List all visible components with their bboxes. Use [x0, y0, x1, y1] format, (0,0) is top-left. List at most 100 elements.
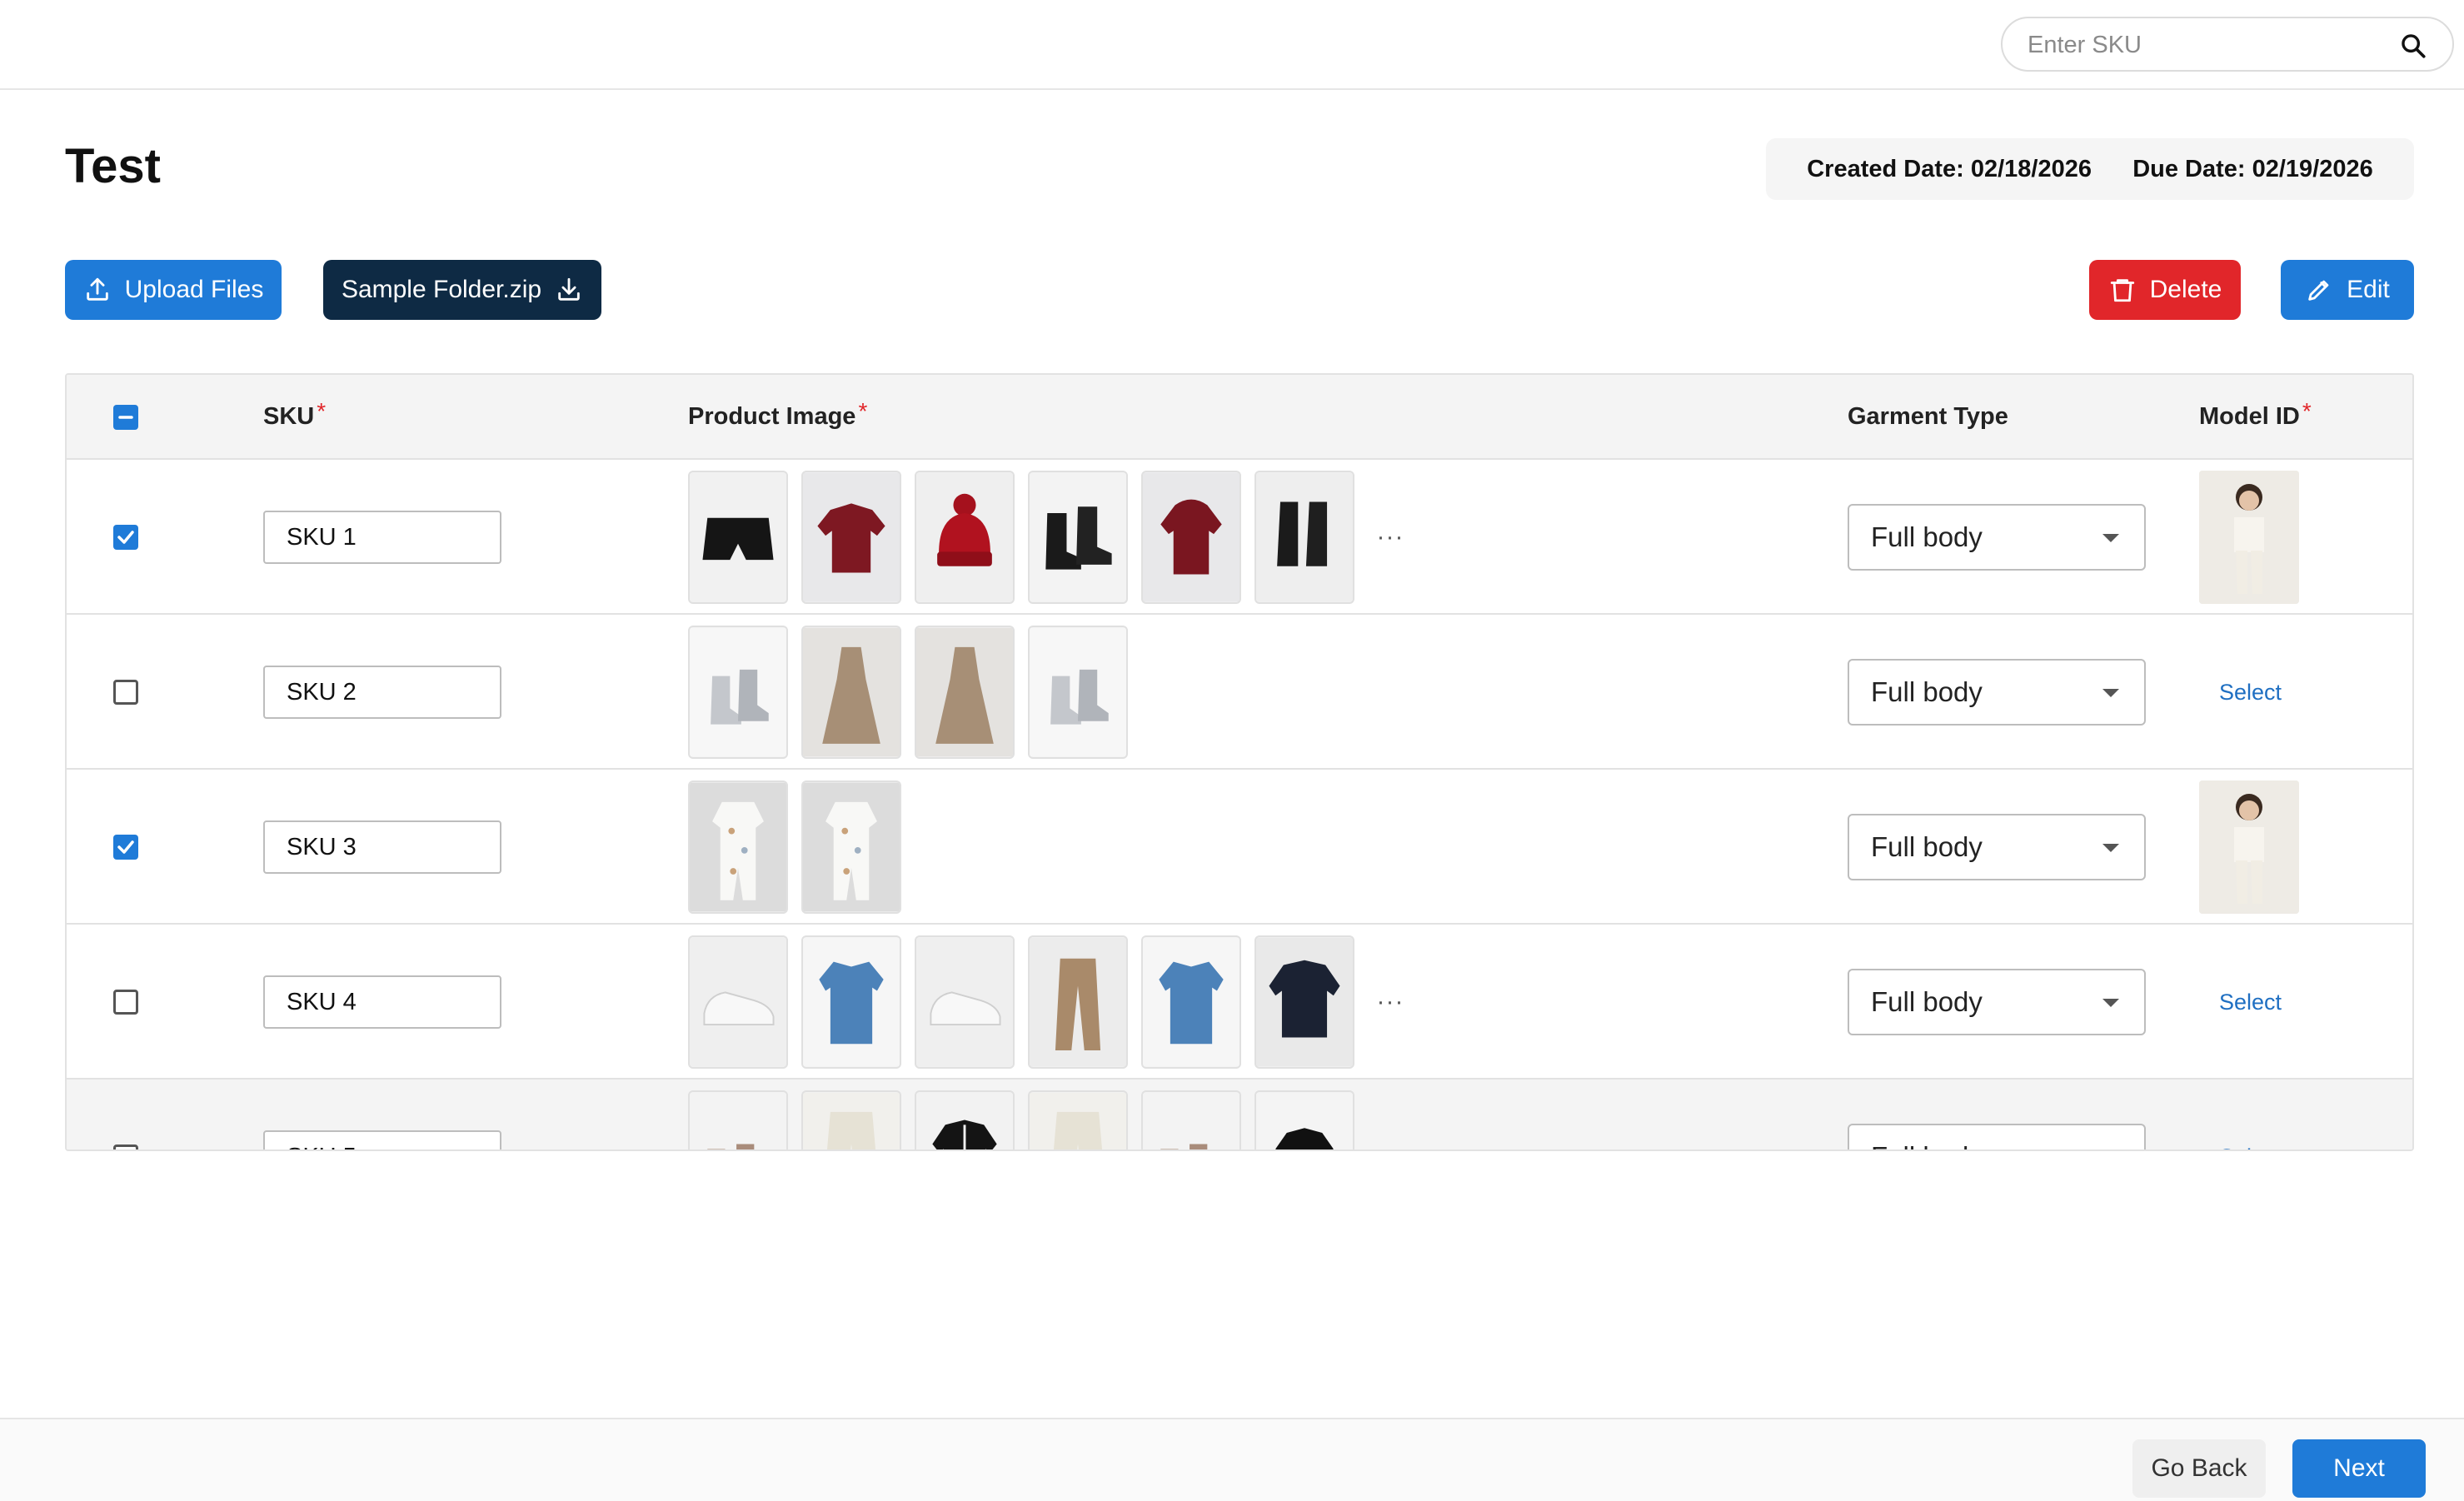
- garment-type-select[interactable]: Full body: [1848, 1124, 2146, 1149]
- satin-dress-icon: [916, 627, 1013, 757]
- product-image-list: [688, 780, 901, 914]
- cream-pants-icon: [803, 1092, 900, 1149]
- product-thumbnail[interactable]: [1028, 935, 1128, 1069]
- more-images-button[interactable]: ···: [1368, 471, 1413, 604]
- model-photo-icon: [2199, 780, 2299, 914]
- row-checkbox[interactable]: [113, 525, 138, 550]
- go-back-button[interactable]: Go Back: [2132, 1439, 2266, 1498]
- black-shorts-icon: [690, 472, 786, 602]
- product-image-list: ···: [688, 471, 1413, 604]
- product-thumbnail[interactable]: [915, 471, 1015, 604]
- white-sneaker-icon: [690, 937, 786, 1067]
- garment-type-select[interactable]: Full body: [1848, 504, 2146, 571]
- product-thumbnail[interactable]: [688, 1090, 788, 1149]
- dates-panel: Created Date: 02/18/2026 Due Date: 02/19…: [1766, 138, 2414, 200]
- sku-input[interactable]: SKU 5: [263, 1130, 501, 1149]
- product-thumbnail[interactable]: [1254, 1090, 1354, 1149]
- select-model-link[interactable]: Select: [2219, 990, 2282, 1015]
- product-image-list: [688, 626, 1128, 759]
- product-thumbnail[interactable]: [688, 471, 788, 604]
- delete-label: Delete: [2149, 276, 2222, 303]
- caret-down-icon: [2102, 999, 2119, 1007]
- product-thumbnail[interactable]: [801, 626, 901, 759]
- upload-files-button[interactable]: Upload Files: [65, 260, 282, 320]
- satin-dress-icon: [803, 627, 900, 757]
- trash-icon: [2110, 279, 2134, 302]
- model-thumbnail[interactable]: [2199, 780, 2299, 914]
- select-model-link[interactable]: Select: [2219, 1144, 2282, 1149]
- garment-type-value: Full body: [1871, 676, 1983, 707]
- product-thumbnail[interactable]: [1028, 626, 1128, 759]
- table-row: SKU 1 ··· Full body: [67, 460, 2412, 615]
- product-thumbnail[interactable]: [915, 935, 1015, 1069]
- navy-sweater-icon: [1256, 937, 1353, 1067]
- more-images-button[interactable]: ···: [1368, 1090, 1413, 1149]
- product-thumbnail[interactable]: [1141, 935, 1241, 1069]
- product-thumbnail[interactable]: [688, 780, 788, 914]
- created-date: Created Date: 02/18/2026: [1807, 155, 2092, 182]
- edit-button[interactable]: Edit: [2281, 260, 2414, 320]
- sample-folder-button[interactable]: Sample Folder.zip: [323, 260, 601, 320]
- product-thumbnail[interactable]: [915, 1090, 1015, 1149]
- row-checkbox[interactable]: [113, 680, 138, 705]
- product-thumbnail[interactable]: [1141, 1090, 1241, 1149]
- black-tall-boots-icon: [1256, 472, 1353, 602]
- black-top-icon: [1256, 1092, 1353, 1149]
- search-input[interactable]: [2028, 27, 2377, 63]
- khaki-pants-icon: [1030, 937, 1126, 1067]
- white-sneaker-icon: [916, 937, 1013, 1067]
- garment-type-select[interactable]: Full body: [1848, 659, 2146, 726]
- garment-type-select[interactable]: Full body: [1848, 969, 2146, 1035]
- black-cardigan-icon: [916, 1092, 1013, 1149]
- garment-type-select[interactable]: Full body: [1848, 814, 2146, 880]
- more-images-button[interactable]: ···: [1368, 935, 1413, 1069]
- product-thumbnail[interactable]: [1254, 935, 1354, 1069]
- sku-search[interactable]: [2001, 17, 2454, 72]
- sku-input[interactable]: SKU 1: [263, 511, 501, 564]
- product-thumbnail[interactable]: [1028, 471, 1128, 604]
- check-icon: [117, 840, 134, 854]
- header-garment-type: Garment Type: [1848, 403, 2008, 430]
- silver-boots-icon: [690, 627, 786, 757]
- product-thumbnail[interactable]: [801, 780, 901, 914]
- select-all-checkbox[interactable]: [113, 405, 138, 430]
- delete-button[interactable]: Delete: [2089, 260, 2241, 320]
- printed-onesie-icon: [690, 782, 786, 912]
- black-boots-icon: [1030, 472, 1126, 602]
- due-date: Due Date: 02/19/2026: [2132, 155, 2373, 182]
- product-thumbnail[interactable]: [1254, 471, 1354, 604]
- edit-label: Edit: [2347, 276, 2390, 303]
- header-sku: SKU *: [263, 398, 327, 430]
- sku-input[interactable]: SKU 2: [263, 666, 501, 719]
- denim-shirt-icon: [1143, 937, 1239, 1067]
- product-thumbnail[interactable]: [801, 935, 901, 1069]
- row-checkbox[interactable]: [113, 835, 138, 860]
- product-thumbnail[interactable]: [915, 626, 1015, 759]
- red-sweater-icon: [803, 472, 900, 602]
- product-thumbnail[interactable]: [688, 626, 788, 759]
- product-thumbnail[interactable]: [801, 471, 901, 604]
- tan-booties-icon: [1143, 1092, 1239, 1149]
- product-image-list: ···: [688, 935, 1413, 1069]
- product-thumbnail[interactable]: [1028, 1090, 1128, 1149]
- caret-down-icon: [2102, 844, 2119, 852]
- search-icon[interactable]: [2399, 32, 2427, 60]
- pencil-icon: [2308, 280, 2329, 301]
- row-checkbox[interactable]: [113, 990, 138, 1015]
- sample-folder-label: Sample Folder.zip: [341, 276, 542, 303]
- page-title: Test: [65, 139, 161, 193]
- select-model-link[interactable]: Select: [2219, 680, 2282, 706]
- tan-booties-icon: [690, 1092, 786, 1149]
- product-thumbnail[interactable]: [801, 1090, 901, 1149]
- minus-icon: [118, 416, 133, 419]
- sku-input[interactable]: SKU 4: [263, 975, 501, 1029]
- product-thumbnail[interactable]: [688, 935, 788, 1069]
- product-thumbnail[interactable]: [1141, 471, 1241, 604]
- sku-input[interactable]: SKU 3: [263, 820, 501, 874]
- next-button[interactable]: Next: [2292, 1439, 2426, 1498]
- table-row: SKU 2 Full body Select: [67, 615, 2412, 770]
- check-icon: [117, 531, 134, 544]
- model-thumbnail[interactable]: [2199, 471, 2299, 604]
- upload-icon: [86, 277, 108, 301]
- row-checkbox[interactable]: [113, 1144, 138, 1149]
